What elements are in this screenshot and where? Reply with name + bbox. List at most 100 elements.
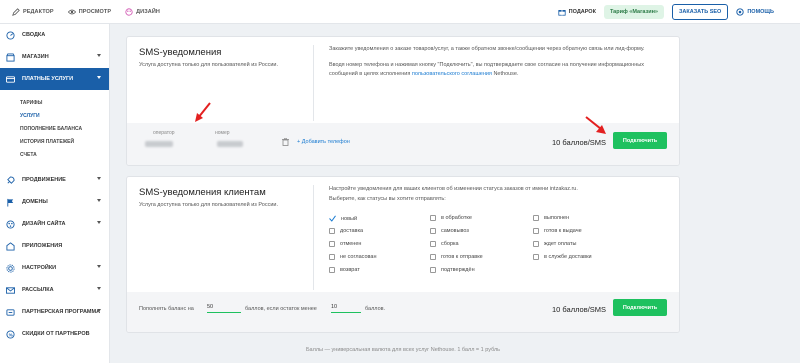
gauge-icon <box>6 30 15 40</box>
refill-middle: баллов, если остаток менее <box>245 306 317 312</box>
editor-label: РЕДАКТОР <box>23 8 54 15</box>
order-seo-button[interactable]: ЗАКАЗАТЬ SEO <box>671 4 729 20</box>
chevron-down-icon <box>97 54 101 57</box>
status-checkbox-ready[interactable]: готов к выдаче <box>533 228 582 234</box>
gifts-label: ПОДАРОК <box>568 9 596 15</box>
description-paragraph-2: Выберите, как статусы вы хотите отправля… <box>329 195 446 202</box>
sidebar-item-apps[interactable]: ПРИЛОЖЕНИЯ <box>0 235 109 257</box>
sidebar-item-shop[interactable]: МАГАЗИН <box>0 46 109 68</box>
chevron-down-icon <box>97 177 101 180</box>
chevron-down-icon <box>97 76 101 79</box>
sidebar-item-paid-services[interactable]: ПЛАТНЫЕ УСЛУГИ <box>0 68 109 90</box>
status-checkbox-confirmed[interactable]: подтверждён <box>430 267 475 273</box>
sidebar-item-label: РАССЫЛКА <box>22 287 54 293</box>
subnav-tariffs[interactable]: ТАРИФЫ <box>0 96 109 109</box>
preview-label: ПРОСМОТР <box>78 8 112 15</box>
status-checkbox-return[interactable]: возврат <box>329 267 360 273</box>
connect-button[interactable]: Подключить <box>613 132 667 149</box>
preview-link[interactable]: ПРОСМОТР <box>67 8 112 16</box>
status-checkbox-new[interactable]: новый <box>329 215 357 222</box>
status-label: сборка <box>441 241 459 247</box>
sidebar-item-label: МАГАЗИН <box>22 54 49 60</box>
shop-icon <box>6 52 15 62</box>
add-phone-link[interactable]: + Добавить телефон <box>297 139 350 145</box>
checkbox[interactable] <box>329 241 335 247</box>
discount-icon: % <box>6 329 15 339</box>
checkbox[interactable] <box>329 254 335 260</box>
annotation-arrow-icon <box>195 102 211 122</box>
status-checkbox-completed[interactable]: выполнен <box>533 215 569 221</box>
check-icon <box>329 215 336 222</box>
refill-amount-input[interactable]: 50 <box>207 304 241 313</box>
checkbox[interactable] <box>533 215 539 221</box>
operator-label: оператор <box>153 130 175 136</box>
checkbox[interactable] <box>329 228 335 234</box>
sidebar-item-label: ПРИЛОЖЕНИЯ <box>22 243 63 249</box>
description-paragraph-1: Настройте уведомления для ваших клиентов… <box>329 186 578 192</box>
card-description: Закажите уведомления о заказе товаров/ус… <box>329 45 669 80</box>
card-subtitle: Услуга доступна только для пользователей… <box>139 62 278 68</box>
trash-icon[interactable] <box>282 138 289 146</box>
top-toolbar: РЕДАКТОР ПРОСМОТР ДИЗАЙН ПОДАРОК Тариф «… <box>0 0 800 24</box>
chevron-down-icon <box>97 309 101 312</box>
eye-icon <box>67 9 76 14</box>
status-checkbox-awaiting-payment[interactable]: ждет оплаты <box>533 241 576 247</box>
card-footer: Пополнять баланс на 50 баллов, если оста… <box>127 292 679 332</box>
partner-icon <box>6 308 15 316</box>
operator-value-blurred[interactable] <box>145 141 173 147</box>
sidebar-item-label: СКИДКИ ОТ ПАРТНЕРОВ <box>22 331 90 337</box>
sidebar-item-label: ПРОДВИЖЕНИЕ <box>22 177 66 183</box>
checkbox[interactable] <box>533 254 539 260</box>
subnav-invoices[interactable]: СЧЕТА <box>0 148 109 161</box>
gifts-link[interactable]: ПОДАРОК <box>558 8 596 16</box>
help-circle-icon <box>736 8 745 16</box>
sidebar-item-site-design[interactable]: ДИЗАЙН САЙТА <box>0 213 109 235</box>
status-checkbox-processing[interactable]: в обработке <box>430 215 472 221</box>
design-link[interactable]: ДИЗАЙН <box>125 7 160 16</box>
sms-clients-card: SMS-уведомления клиентам Услуга доступна… <box>126 176 680 333</box>
sidebar-item-summary[interactable]: СВОДКА <box>0 24 109 46</box>
sidebar-item-partner-program[interactable]: ПАРТНЕРСКАЯ ПРОГРАММА <box>0 301 109 323</box>
gift-icon <box>558 10 566 16</box>
apps-icon <box>6 241 15 251</box>
status-checkbox-delivery[interactable]: доставка <box>329 228 363 234</box>
sidebar-item-partner-discounts[interactable]: % СКИДКИ ОТ ПАРТНЕРОВ <box>0 323 109 345</box>
status-checkbox-not-agreed[interactable]: не согласован <box>329 254 376 260</box>
connect-button[interactable]: Подключить <box>613 299 667 316</box>
status-label: готов к выдаче <box>544 228 582 234</box>
checkbox[interactable] <box>533 241 539 247</box>
sidebar-item-promotion[interactable]: ПРОДВИЖЕНИЕ <box>0 169 109 191</box>
subnav-services[interactable]: УСЛУГИ <box>0 109 109 122</box>
sidebar-item-settings[interactable]: НАСТРОЙКИ <box>0 257 109 279</box>
checkbox[interactable] <box>430 228 436 234</box>
checkbox[interactable] <box>430 267 436 273</box>
tariff-badge[interactable]: Тариф «Магазин» <box>603 5 664 19</box>
checkbox[interactable] <box>329 267 335 273</box>
checkbox[interactable] <box>430 215 436 221</box>
chevron-down-icon <box>97 221 101 224</box>
status-checkbox-ready-to-ship[interactable]: готов к отправке <box>430 254 483 260</box>
subnav-top-up[interactable]: ПОПОЛНЕНИЕ БАЛАНСА <box>0 122 109 135</box>
help-link[interactable]: ПОМОЩЬ <box>736 8 774 16</box>
editor-link[interactable]: РЕДАКТОР <box>12 7 54 16</box>
subnav-payment-history[interactable]: ИСТОРИЯ ПЛАТЕЖЕЙ <box>0 135 109 148</box>
points-footnote: Баллы — универсальная валюта для всех ус… <box>305 347 501 353</box>
status-label: в службе доставки <box>544 254 592 260</box>
settings-icon <box>6 263 15 273</box>
checkbox[interactable] <box>533 228 539 234</box>
description-paragraph-1: Закажите уведомления о заказе товаров/ус… <box>329 46 645 52</box>
status-checkbox-pickup[interactable]: самовывоз <box>430 228 469 234</box>
status-label: готов к отправке <box>441 254 483 260</box>
checkbox[interactable] <box>430 241 436 247</box>
sidebar-item-label: СВОДКА <box>22 32 46 38</box>
user-agreement-link[interactable]: пользовательского соглашения <box>412 71 492 77</box>
refill-threshold-input[interactable]: 10 <box>331 304 361 313</box>
status-checkbox-assembly[interactable]: сборка <box>430 241 459 247</box>
checkbox[interactable] <box>430 254 436 260</box>
status-checkbox-in-delivery-service[interactable]: в службе доставки <box>533 254 592 260</box>
sidebar-item-mailing[interactable]: РАССЫЛКА <box>0 279 109 301</box>
price-label: 10 баллов/SMS <box>552 138 607 147</box>
sidebar-item-domains[interactable]: ДОМЕНЫ <box>0 191 109 213</box>
status-checkbox-cancelled[interactable]: отменен <box>329 241 361 247</box>
phone-value-blurred[interactable] <box>217 141 243 147</box>
